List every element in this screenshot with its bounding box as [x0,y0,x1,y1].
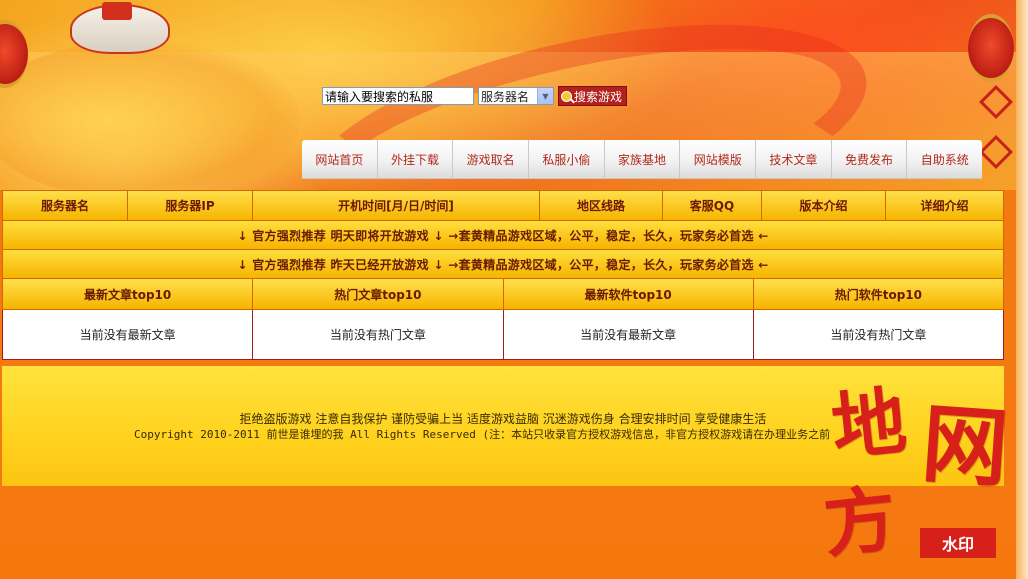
nav-item-plugin-download[interactable]: 外挂下载 [378,140,454,178]
magnifier-icon [561,90,572,102]
window-edge [1016,0,1028,579]
search-type-selected-label: 服务器名 [481,89,530,104]
chevron-down-icon[interactable]: ▼ [537,88,553,104]
column-version-intro: 版本介绍 [762,191,886,220]
nav-item-free-publish[interactable]: 免费发布 [832,140,908,178]
scroll-artwork [70,2,170,54]
top10-hot-software-title: 热门软件top10 [834,287,923,302]
lantern-icon [968,14,1014,82]
watermark-char-di: 地 [827,378,911,472]
nav-item-tech-articles[interactable]: 技术文章 [756,140,832,178]
column-region-line: 地区线路 [540,191,663,220]
column-server-ip: 服务器IP [128,191,253,220]
top10-hot-articles-title: 热门文章top10 [253,279,504,309]
search-button[interactable]: 搜索游戏 [558,86,628,106]
watermark-stamp: 水印 [920,528,996,558]
column-open-time: 开机时间[月/日/时间] [253,191,540,220]
search-input[interactable] [322,87,474,105]
nav-item-private-server-thief[interactable]: 私服小偷 [529,140,605,178]
search-bar: 服务器名 ▼ 搜索游戏 [322,86,628,106]
promo-bar-tomorrow: ↓ 官方强烈推荐 明天即将开放游戏 ↓ →套黄精品游戏区域，公平，稳定，长久，玩… [2,221,1004,250]
nav-item-home[interactable]: 网站首页 [302,140,378,178]
main-content: 服务器名 服务器IP 开机时间[月/日/时间] 地区线路 客服QQ 版本介绍 详… [2,190,1004,360]
top10-header: 最新文章top10 热门文章top10 最新软件top10 热门软件top10 [2,279,1004,310]
watermark-logo: 地 网 方 水印 [819,378,1022,568]
top10-body: 当前没有最新文章 当前没有热门文章 当前没有最新文章 当前没有热门文章 [2,310,1004,360]
footer-copyright: Copyright 2010-2011 前世是谁埋的我 All Rights R… [134,428,831,441]
top10-hot-software-empty: 当前没有热门文章 [830,328,927,342]
top10-latest-software-title: 最新软件top10 [504,279,754,309]
main-nav: 网站首页 外挂下载 游戏取名 私服小偷 家族基地 网站模版 技术文章 免费发布 … [302,140,982,178]
nav-item-site-templates[interactable]: 网站模版 [680,140,757,178]
nav-item-self-service[interactable]: 自助系统 [907,140,982,178]
column-support-qq: 客服QQ [663,191,762,220]
top10-latest-software-empty: 当前没有最新文章 [504,310,754,359]
header-banner: 服务器名 ▼ 搜索游戏 网站首页 外挂下载 游戏取名 私服小偷 家族基地 网站模… [0,0,1028,190]
promo-bar-yesterday: ↓ 官方强烈推荐 昨天已经开放游戏 ↓ →套黄精品游戏区域，公平，稳定，长久，玩… [2,250,1004,279]
top10-latest-articles-empty: 当前没有最新文章 [3,310,254,359]
server-table-header: 服务器名 服务器IP 开机时间[月/日/时间] 地区线路 客服QQ 版本介绍 详… [2,190,1004,221]
top10-latest-articles-title: 最新文章top10 [3,279,254,309]
top10-hot-articles-empty: 当前没有热门文章 [253,310,504,359]
search-button-label: 搜索游戏 [574,89,623,104]
watermark-char-wang: 网 [918,393,1012,500]
nav-item-clan-base[interactable]: 家族基地 [605,140,681,178]
column-server-name: 服务器名 [3,191,128,220]
search-type-select[interactable]: 服务器名 ▼ [478,87,554,105]
column-details: 详细介绍 [920,199,969,213]
watermark-char-fang: 方 [819,475,901,568]
nav-item-game-naming[interactable]: 游戏取名 [453,140,530,178]
